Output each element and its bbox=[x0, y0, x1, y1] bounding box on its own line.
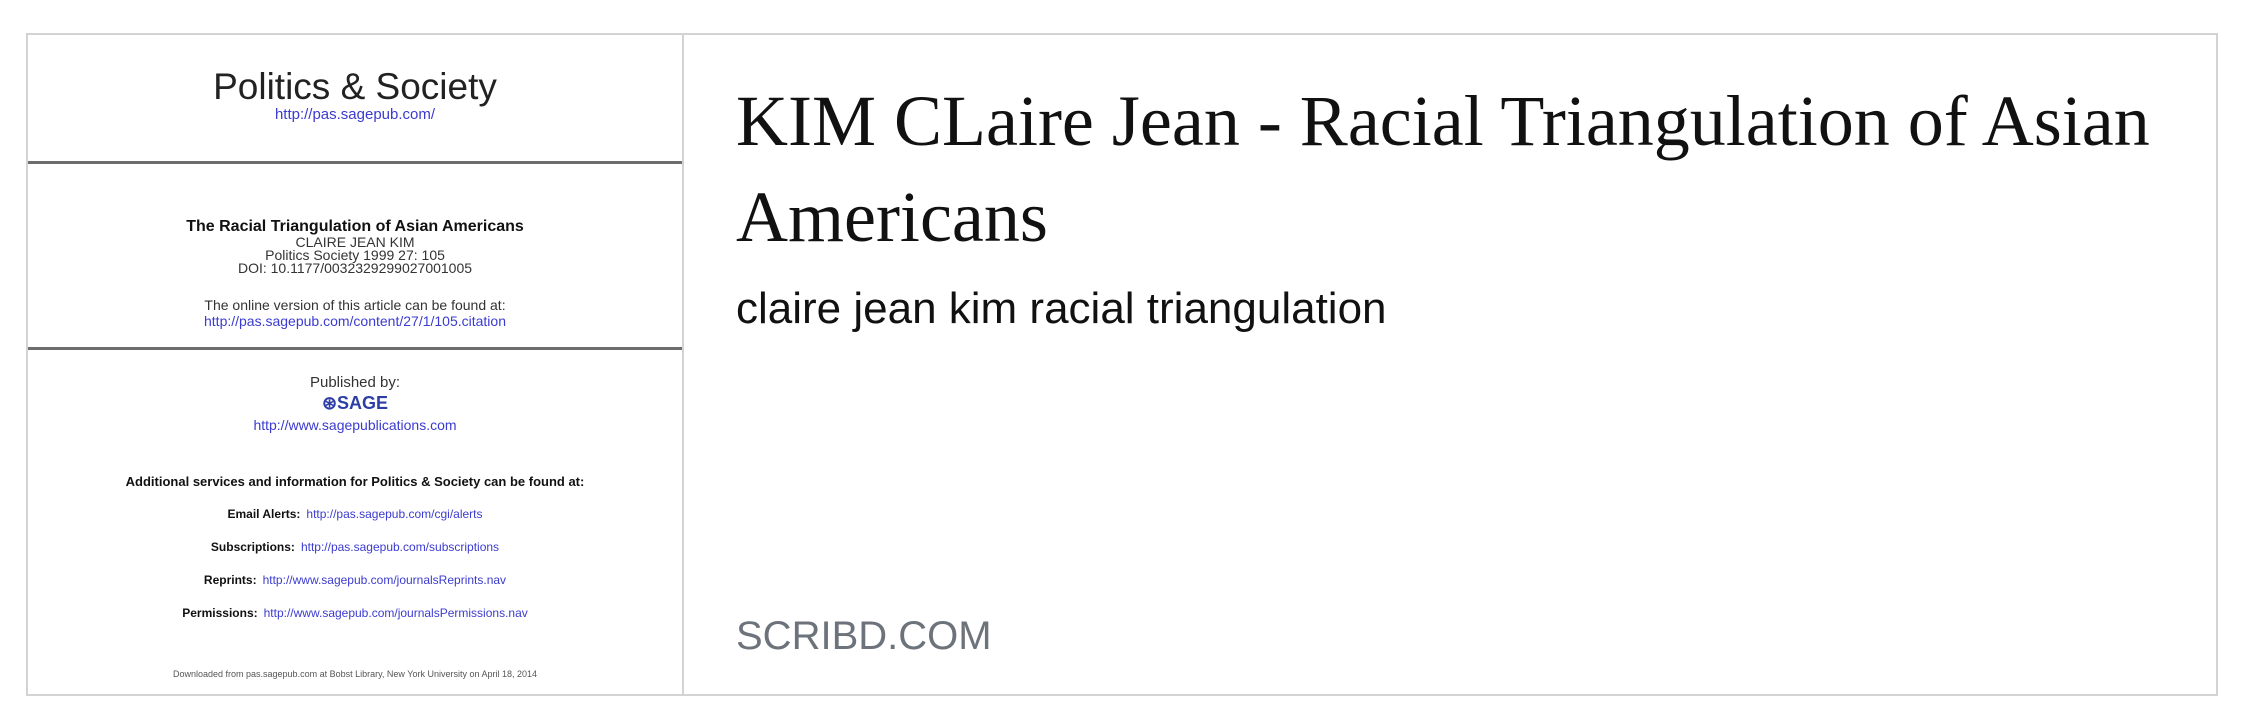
publisher-url: http://www.sagepublications.com bbox=[253, 417, 457, 433]
article-doi: DOI: 10.1177/0032329299027001005 bbox=[237, 260, 473, 276]
divider bbox=[28, 347, 682, 350]
preview-title[interactable]: KIM CLaire Jean - Racial Triangulation o… bbox=[736, 73, 2186, 265]
preview-content[interactable]: KIM CLaire Jean - Racial Triangulation o… bbox=[684, 35, 2216, 694]
divider bbox=[28, 161, 682, 164]
journal-url: http://pas.sagepub.com/ bbox=[274, 106, 436, 123]
service-label: Permissions: bbox=[182, 606, 258, 620]
service-label: Email Alerts: bbox=[227, 507, 301, 521]
document-thumbnail[interactable]: Politics & Society http://pas.sagepub.co… bbox=[28, 35, 684, 694]
additional-services-note: Additional services and information for … bbox=[125, 474, 585, 489]
service-url: http://pas.sagepub.com/subscriptions bbox=[300, 540, 500, 554]
service-row-permissions: Permissions: http://www.sagepub.com/journ… bbox=[28, 606, 682, 620]
journal-title: Politics & Society bbox=[213, 66, 497, 107]
service-label: Subscriptions: bbox=[210, 540, 295, 554]
article-title: The Racial Triangulation of Asian Americ… bbox=[186, 218, 524, 235]
sage-logo-text: SAGE bbox=[337, 393, 389, 413]
published-by-label: Published by: bbox=[309, 374, 401, 391]
online-version-note: The online version of this article can b… bbox=[204, 297, 506, 313]
service-url: http://www.sagepub.com/journalsReprints.… bbox=[262, 573, 507, 587]
download-note: Downloaded from pas.sagepub.com at Bobst… bbox=[172, 669, 538, 679]
online-version-url: http://pas.sagepub.com/content/27/1/105.… bbox=[204, 313, 506, 329]
service-row-email-alerts: Email Alerts: http://pas.sagepub.com/cgi/… bbox=[28, 507, 682, 521]
sage-logo: ⊛SAGE bbox=[321, 393, 389, 413]
source-domain-link[interactable]: SCRIBD.COM bbox=[736, 613, 992, 659]
preview-description: claire jean kim racial triangulation bbox=[736, 284, 1387, 333]
service-row-subscriptions: Subscriptions: http://pas.sagepub.com/sub… bbox=[28, 540, 682, 554]
service-url: http://pas.sagepub.com/cgi/alerts bbox=[306, 507, 483, 521]
service-label: Reprints: bbox=[203, 573, 257, 587]
service-row-reprints: Reprints: http://www.sagepub.com/journals… bbox=[28, 573, 682, 587]
service-url: http://www.sagepub.com/journalsPermissio… bbox=[263, 606, 528, 620]
link-preview-card[interactable]: Politics & Society http://pas.sagepub.co… bbox=[26, 33, 2218, 696]
